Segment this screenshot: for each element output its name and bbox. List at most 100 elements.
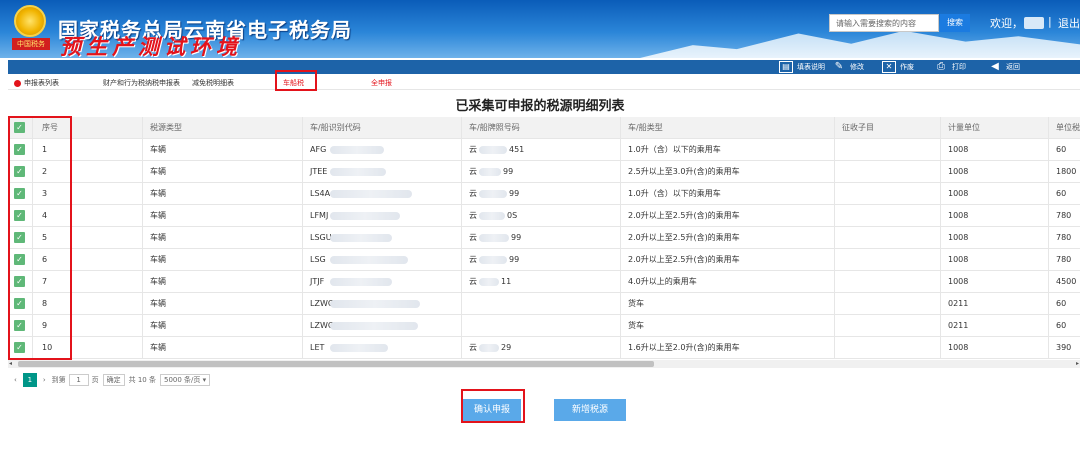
cell-type: 车辆 [150,233,166,242]
cell-type: 车辆 [150,343,166,352]
cell-vehicle-type: 1.0升（含）以下的乘用车 [628,145,721,154]
cell-plate-prefix: 云 [469,189,477,198]
horizontal-scrollbar[interactable]: ◂ ▸ [8,360,1080,368]
cell-plate-suffix: 29 [501,343,512,352]
col-header-unit-tax: 单位税 [1056,123,1080,132]
header-separator: | [1048,15,1052,28]
redacted-code [330,212,400,220]
scroll-right-icon[interactable]: ▸ [1076,360,1079,367]
username-redacted [1024,17,1044,29]
table-row[interactable]: ✓ 1 车辆 AFG 云 451 1.0升（含）以下的乘用车 1008 60 [8,139,1080,161]
cell-type: 车辆 [150,277,166,286]
page-unit: 页 [91,376,99,384]
void-icon: ✕ [882,61,896,73]
col-header-vtype: 车/船类型 [628,123,663,132]
col-header-subitem: 征收子目 [842,123,874,132]
table-row[interactable]: ✓ 2 车辆 JTEE 云 99 2.5升以上至3.0升(含)的乘用车 1008 1800 [8,161,1080,183]
table-row[interactable]: ✓ 3 车辆 LS4A 云 99 1.0升（含）以下的乘用车 1008 60 [8,183,1080,205]
page-input[interactable]: 1 [68,374,89,386]
redacted-plate [479,278,499,286]
redacted-plate [479,146,507,154]
edit-button[interactable]: ✎ 修改 [832,61,864,73]
redacted-code [330,256,408,264]
back-button[interactable]: ◀ 返回 [988,61,1020,73]
redacted-code [330,278,392,286]
tab-property-behavior-tax[interactable]: 财产和行为税纳税申报表 [103,78,180,88]
pagination: ‹ 1 › 到第 1 页 确定 共 10 条 5000 条/页 ▾ [14,373,211,387]
table-row[interactable]: ✓ 5 车辆 LSGU 云 99 2.0升以上至2.5升(含)的乘用车 1008 780 [8,227,1080,249]
table-row[interactable]: ✓ 7 车辆 JTJF 云 11 4.0升以上的乘用车 1008 4500 [8,271,1080,293]
redacted-plate [479,168,501,176]
cell-vehicle-type: 1.6升以上至2.0升(含)的乘用车 [628,343,740,352]
cell-code: LFMJ [310,211,329,220]
next-page-icon[interactable]: › [43,376,46,384]
gear-icon [14,79,21,87]
cell-unit: 0211 [948,299,969,308]
table-row[interactable]: ✓ 6 车辆 LSG 云 99 2.0升以上至2.5升(含)的乘用车 1008 780 [8,249,1080,271]
cell-unit: 1008 [948,211,969,220]
cell-unit: 1008 [948,167,969,176]
cell-code: LS4A [310,189,331,198]
cell-code: AFG [310,145,327,154]
cell-unit: 1008 [948,255,969,264]
scroll-left-icon[interactable]: ◂ [9,360,12,367]
pencil-icon: ✎ [834,61,844,72]
cell-unit: 1008 [948,189,969,198]
tab-declaration-list[interactable]: 申报表列表 [14,78,59,88]
cell-vehicle-type: 2.0升以上至2.5升(含)的乘用车 [628,255,740,264]
page-title: 已采集可申报的税源明细列表 [455,99,625,114]
redacted-code [330,234,392,242]
cell-unit: 1008 [948,145,969,154]
cell-unit-tax: 60 [1056,189,1067,198]
cell-plate-suffix: 451 [509,145,525,154]
tab-tax-relief-detail[interactable]: 减免税明细表 [192,78,234,88]
cell-unit-tax: 60 [1056,299,1067,308]
cell-plate-suffix: 99 [503,167,514,176]
cell-unit-tax: 390 [1056,343,1072,352]
page-size-select[interactable]: 5000 条/页 ▾ [159,374,211,386]
cell-vehicle-type: 2.5升以上至3.0升(含)的乘用车 [628,167,740,176]
scrollbar-thumb[interactable] [18,361,654,367]
table-header: ✓ 序号 税源类型 车/船识别代码 车/船牌照号码 车/船类型 征收子目 计量单… [8,117,1080,139]
cell-plate-prefix: 云 [469,145,477,154]
doc-icon: ▤ [779,61,793,73]
col-header-plate: 车/船牌照号码 [469,123,520,132]
cell-unit: 1008 [948,343,969,352]
cell-type: 车辆 [150,321,166,330]
table-row[interactable]: ✓ 8 车辆 LZWC 货车 0211 60 [8,293,1080,315]
logout-link[interactable]: 退出 [1058,15,1080,31]
redacted-plate [479,190,507,198]
add-tax-source-button[interactable]: 新增税源 [554,399,626,421]
cell-plate-suffix: 99 [511,233,522,242]
redacted-plate [479,344,499,352]
cell-type: 车辆 [150,255,166,264]
total-count: 共 10 条 [128,376,156,384]
search-input[interactable]: 请输入需要搜索的内容 [829,14,939,32]
highlight-vehicle-tab [275,70,317,91]
cell-plate-prefix: 云 [469,233,477,242]
redacted-code [330,190,412,198]
fill-instructions-button[interactable]: ▤ 填表说明 [779,61,825,73]
search-button[interactable]: 搜索 [940,14,970,32]
redacted-plate [479,234,509,242]
cell-vehicle-type: 货车 [628,321,644,330]
printer-icon: ⎙ [937,61,945,72]
col-header-type: 税源类型 [150,123,182,132]
table-row[interactable]: ✓ 10 车辆 LET 云 29 1.6升以上至2.0升(含)的乘用车 1008 390 [8,337,1080,359]
back-arrow-icon: ◀ [991,61,999,72]
print-button[interactable]: ⎙ 打印 [934,61,966,73]
void-button[interactable]: ✕ 作废 [882,61,914,73]
table-row[interactable]: ✓ 4 车辆 LFMJ 云 0S 2.0升以上至2.5升(含)的乘用车 1008 780 [8,205,1080,227]
goto-confirm-button[interactable]: 确定 [102,374,125,386]
redacted-plate [479,212,505,220]
redacted-code [330,344,388,352]
welcome-text: 欢迎， [990,17,1023,30]
cell-plate-prefix: 云 [469,343,477,352]
cell-type: 车辆 [150,189,166,198]
redacted-code [330,300,420,308]
cell-unit: 1008 [948,277,969,286]
table-row[interactable]: ✓ 9 车辆 LZWC 货车 0211 60 [8,315,1080,337]
current-page[interactable]: 1 [22,373,37,387]
prev-page-icon[interactable]: ‹ [14,376,17,384]
tab-full-declaration[interactable]: 全申报 [371,78,392,88]
